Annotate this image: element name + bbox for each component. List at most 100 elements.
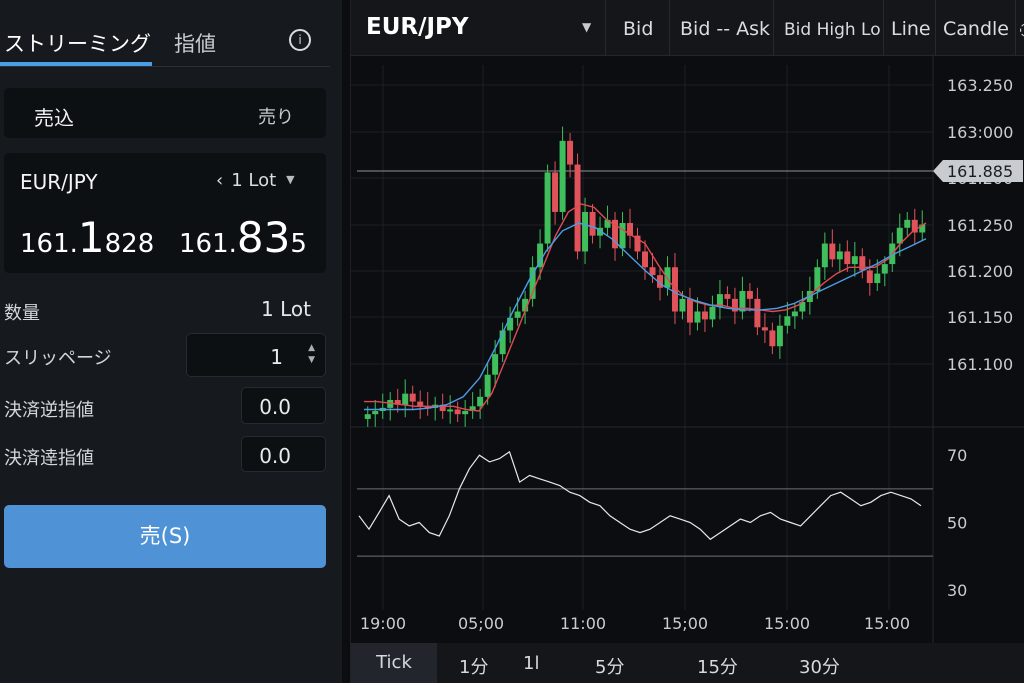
limit-order-value: 0.0	[259, 444, 291, 468]
slippage-value: 1	[270, 345, 283, 369]
toolbar-bid-ask[interactable]: Bid -- Ask	[680, 18, 770, 40]
slippage-label: スリッページ	[4, 348, 112, 369]
ma-fast-line	[364, 203, 927, 412]
time-tick-label: 11:00	[560, 614, 606, 633]
timeframe-5m[interactable]: 5分	[595, 653, 624, 679]
candle	[402, 393, 409, 405]
ask-price-prefix: 161.	[179, 229, 237, 259]
side-left-label: 売込	[34, 106, 74, 130]
toolbar-divider	[935, 0, 936, 55]
toolbar-divider	[605, 0, 606, 55]
toolbar-line[interactable]: Line	[891, 18, 931, 40]
price-tick-label: 161.150	[947, 308, 1013, 327]
candle	[372, 411, 379, 415]
candle	[642, 251, 648, 268]
oscillator-tick-label: 70	[947, 446, 967, 465]
bid-price[interactable]: 161.1828	[20, 217, 155, 260]
bid-price-prefix: 161.	[20, 229, 78, 259]
bid-price-big: 1	[77, 213, 105, 262]
candle	[492, 354, 499, 375]
candle	[462, 411, 469, 415]
candle	[769, 330, 776, 347]
order-panel: ストリーミング 指値 i 売込 売り EUR/JPY ‹ 1 Lot ▼ 161.1…	[0, 0, 342, 683]
candle	[701, 311, 708, 320]
tab-streaming[interactable]: ストリーミング	[4, 28, 151, 58]
settings-icon[interactable]: ◌	[1019, 18, 1024, 40]
quantity-label: 数量	[4, 303, 40, 324]
price-chart[interactable]: 163.250163:000161.200161.250161.200161.1…	[351, 55, 1024, 643]
price-tick-label: 161.200	[947, 262, 1013, 281]
candle	[844, 251, 851, 265]
stop-order-input[interactable]: 0.0	[241, 387, 326, 424]
candle	[507, 317, 514, 331]
timeframe-15m[interactable]: 15分	[697, 653, 738, 679]
timeframe-30m[interactable]: 30分	[799, 653, 840, 679]
candle	[619, 223, 626, 249]
candle	[447, 409, 454, 412]
candle	[364, 414, 371, 419]
toolbar-bid-high-low[interactable]: Bid High Lo	[784, 20, 881, 40]
toolbar-divider	[773, 0, 774, 55]
time-tick-label: 05;00	[458, 614, 504, 633]
side-selector[interactable]: 売込 売り	[4, 88, 326, 138]
timeframe-1m[interactable]: 1分	[459, 653, 488, 679]
toolbar-divider	[883, 0, 884, 55]
symbol-selector[interactable]: EUR/JPY	[366, 14, 469, 40]
info-icon[interactable]: i	[289, 29, 311, 51]
candle	[552, 172, 559, 212]
candle	[454, 409, 461, 415]
chevron-left-icon[interactable]: ‹	[216, 170, 223, 191]
stop-order-label: 決済逆指値	[4, 400, 94, 421]
active-tab-indicator	[0, 62, 152, 66]
candle	[567, 140, 574, 165]
time-tick-label: 15:00	[864, 614, 910, 633]
candle	[582, 211, 589, 252]
oscillator-line	[358, 450, 922, 541]
symbol-dropdown-icon[interactable]: ▼	[582, 20, 591, 34]
current-price-label: 161.885	[947, 162, 1013, 181]
stop-order-value: 0.0	[259, 395, 291, 419]
candle	[544, 172, 551, 244]
candle	[761, 327, 768, 331]
candle	[829, 243, 836, 260]
price-tick-label: 163.250	[947, 76, 1013, 95]
side-right-label: 売り	[258, 107, 294, 128]
candle	[784, 316, 791, 326]
limit-order-input[interactable]: 0.0	[241, 436, 326, 472]
price-tick-label: 163:000	[947, 123, 1013, 142]
stepper-arrows-icon[interactable]: ▲ ▼	[308, 342, 315, 366]
order-tabs: ストリーミング 指値 i	[0, 0, 330, 67]
candle	[417, 401, 424, 407]
candle	[686, 298, 693, 323]
candle	[679, 298, 686, 312]
candle	[484, 374, 491, 397]
limit-order-label: 決済逹指値	[4, 448, 94, 469]
ask-price-suffix: 5	[290, 229, 307, 259]
slippage-stepper[interactable]: 1 ▲ ▼	[186, 333, 326, 377]
time-tick-label: 15;00	[662, 614, 708, 633]
lot-selector[interactable]: ‹ 1 Lot ▼	[216, 170, 295, 191]
quote-panel: EUR/JPY ‹ 1 Lot ▼ 161.1828 161.835	[4, 153, 326, 273]
toolbar-bid[interactable]: Bid	[623, 18, 653, 40]
timeframe-tick[interactable]: Tick	[351, 643, 437, 683]
chevron-down-icon[interactable]: ▼	[286, 173, 294, 186]
timeframe-1l[interactable]: 1l	[523, 653, 539, 674]
quantity-value: 1 Lot	[261, 297, 311, 321]
time-tick-label: 19:00	[360, 614, 406, 633]
candle	[821, 243, 828, 268]
ask-price[interactable]: 161.835	[179, 217, 307, 260]
candle	[836, 251, 843, 260]
candle	[754, 298, 761, 328]
price-tick-label: 161.250	[947, 216, 1013, 235]
toolbar-candle[interactable]: Candle	[943, 18, 1009, 40]
bid-price-suffix: 828	[104, 229, 155, 259]
candle	[881, 264, 888, 274]
toolbar-divider	[669, 0, 670, 55]
chart-toolbar: EUR/JPY ▼ Bid Bid -- Ask Bid High Lo Lin…	[351, 0, 1024, 56]
candle	[746, 290, 753, 299]
candle	[874, 273, 881, 284]
tab-limit[interactable]: 指値	[174, 28, 216, 58]
price-tick-label: 161.100	[947, 355, 1013, 374]
sell-button[interactable]: 売(S)	[4, 505, 326, 568]
lot-selector-value: 1 Lot	[231, 170, 277, 191]
